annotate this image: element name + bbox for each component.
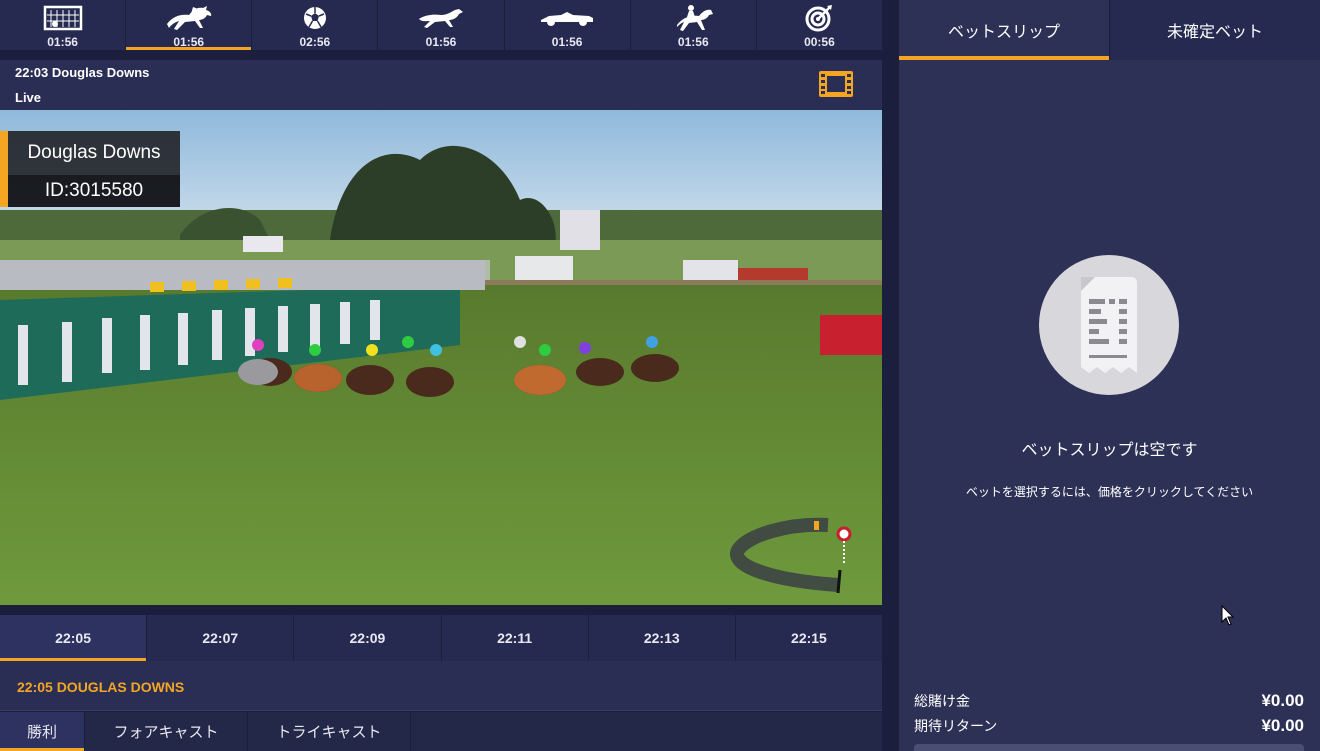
race-time-tab[interactable]: 22:09 [294, 615, 442, 661]
expected-return-label: 期待リターン [914, 718, 998, 735]
tab-bet-slip[interactable]: ベットスリップ [899, 0, 1109, 60]
sport-tab-time: 01:56 [173, 35, 205, 49]
sport-tab-time: 02:56 [299, 35, 331, 49]
track-progress-map-icon [730, 517, 852, 594]
sport-tab-motor-racing[interactable]: 01:56 [505, 0, 631, 50]
sport-tab-virtual-football[interactable]: 01:56 [0, 0, 127, 50]
sport-tab-greyhound[interactable]: 01:56 [378, 0, 505, 50]
sport-tab-harness-racing[interactable]: 01:56 [631, 0, 757, 50]
bet-slip-panel: ベットスリップ 未確定ベット ベットスリップは空です ベットを選択するには、価格… [899, 0, 1320, 751]
race-time-tab[interactable]: 22:07 [147, 615, 295, 661]
event-header: 22:03 Douglas Downs Live [0, 60, 882, 110]
sport-tab-time: 01:56 [425, 35, 457, 49]
race-time-tab[interactable]: 22:13 [589, 615, 736, 661]
race-car-icon [537, 3, 597, 33]
total-stake-label: 総賭け金 [914, 693, 970, 710]
football-icon [285, 3, 345, 33]
darts-target-icon [789, 3, 849, 33]
race-title: 22:05 DOUGLAS DOWNS [17, 679, 185, 695]
sport-tab-time: 01:56 [677, 35, 709, 49]
bet-type-tab-win[interactable]: 勝利 [0, 712, 85, 751]
expected-return-row: 期待リターン ¥0.00 [914, 713, 1304, 738]
sport-tab-time: 01:56 [47, 35, 78, 49]
sport-selector-bar: 01:56 01:56 02:56 01:56 01:56 01:56 00:5… [0, 0, 882, 50]
greyhound-icon [411, 3, 471, 33]
bet-type-tabs: 勝利 フォアキャスト トライキャスト [0, 712, 882, 751]
total-stake-value: ¥0.00 [1261, 690, 1304, 710]
race-title-bar: 22:05 DOUGLAS DOWNS [0, 661, 882, 711]
bet-slip-empty-hint: ベットを選択するには、価格をクリックしてください [965, 485, 1254, 499]
event-status: Live [15, 90, 42, 105]
video-track-name-overlay: Douglas Downs [0, 131, 180, 175]
sport-tab-horse-racing[interactable]: 01:56 [126, 0, 253, 50]
harness-racing-icon [663, 3, 723, 33]
race-video-player[interactable]: Douglas Downs ID:3015580 [0, 110, 882, 605]
horse-racing-icon [159, 3, 219, 33]
expected-return-value: ¥0.00 [1261, 715, 1304, 735]
place-bet-button[interactable] [914, 744, 1304, 751]
total-stake-row: 総賭け金 ¥0.00 [914, 688, 1304, 713]
race-time-tab[interactable]: 22:15 [736, 615, 882, 661]
video-race-id-overlay: ID:3015580 [0, 175, 180, 207]
race-time-tab[interactable]: 22:05 [0, 615, 148, 661]
event-title: 22:03 Douglas Downs [15, 65, 150, 80]
bet-slip-empty-title: ベットスリップは空です [1021, 440, 1198, 459]
soccer-goal-icon [33, 3, 93, 33]
race-time-tab[interactable]: 22:11 [442, 615, 589, 661]
bet-type-tab-tricast[interactable]: トライキャスト [248, 712, 411, 751]
sport-tab-darts[interactable]: 00:56 [757, 0, 882, 50]
bet-slip-tabs: ベットスリップ 未確定ベット [899, 0, 1320, 60]
tab-open-bets[interactable]: 未確定ベット [1109, 0, 1320, 60]
mouse-cursor-icon [1221, 605, 1235, 626]
race-time-selector: 22:05 22:07 22:09 22:11 22:13 22:15 [0, 615, 882, 661]
bet-type-tab-forecast[interactable]: フォアキャスト [85, 712, 248, 751]
video-film-icon[interactable] [818, 70, 854, 98]
left-column: 01:56 01:56 02:56 01:56 01:56 01:56 00:5… [0, 0, 882, 751]
sport-tab-football[interactable]: 02:56 [252, 0, 379, 50]
bet-slip-totals: 総賭け金 ¥0.00 期待リターン ¥0.00 [914, 688, 1304, 738]
sport-tab-time: 00:56 [804, 35, 835, 49]
receipt-icon [1039, 255, 1179, 395]
sport-tab-time: 01:56 [551, 35, 583, 49]
